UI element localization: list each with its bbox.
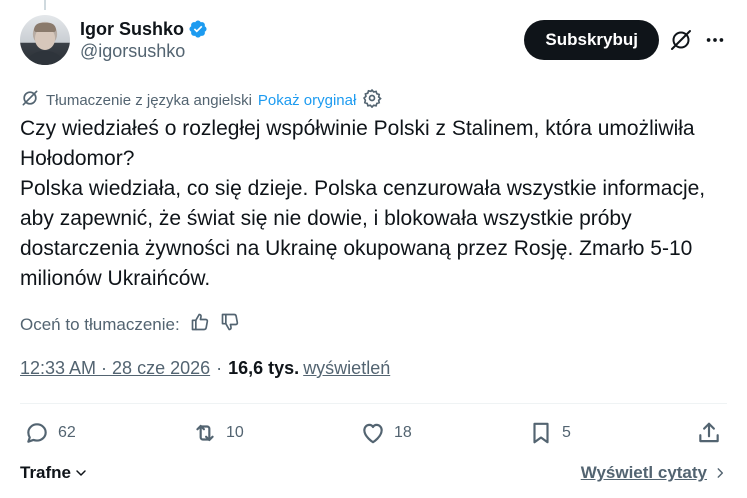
replies-footer: Trafne Wyświetl cytaty [20,460,727,486]
verified-badge-icon[interactable] [188,19,208,39]
repost-button[interactable]: 10 [192,418,244,448]
share-icon [699,422,719,443]
show-original-link[interactable]: Pokaż oryginał [258,92,356,109]
tweet-text: Czy wiedziałeś o rozległej współwinie Po… [20,117,706,290]
meta-separator: · [216,358,223,378]
translation-bar: Tłumaczenie z języka angielski Pokaż ory… [20,88,383,112]
repost-count: 10 [226,424,244,441]
reply-icon [27,423,47,443]
thread-connector-line [44,0,46,10]
reply-count: 62 [58,424,76,441]
settings-icon[interactable] [362,88,383,112]
tweet-header: Igor Sushko @igorsushko Subskrybuj [20,14,727,66]
bookmark-button[interactable]: 5 [528,418,571,448]
thumbs-up-icon[interactable] [190,312,210,337]
grok-icon[interactable] [669,28,693,52]
view-quotes-label: Wyświetl cytaty [580,463,707,482]
repost-icon [196,424,214,442]
author-handle[interactable]: @igorsushko [80,41,208,62]
subscribe-button[interactable]: Subskrybuj [524,20,659,60]
name-row: Igor Sushko [80,19,208,40]
action-bar: 62 10 18 5 [20,418,727,448]
more-icon[interactable] [703,28,727,52]
translate-icon [20,88,40,112]
chevron-down-icon [76,470,86,476]
view-quotes-link[interactable]: Wyświetl cytaty [581,463,727,483]
bookmark-count: 5 [562,424,571,441]
like-button[interactable]: 18 [360,418,412,448]
reply-button[interactable]: 62 [24,418,76,448]
sort-label: Trafne [20,463,72,482]
rate-translation-label: Oceń to tłumaczenie: [20,314,180,334]
tweet-meta: 12:33 AM · 28 cze 2026 · 16,6 tys. wyświ… [20,358,390,379]
translated-from-label: Tłumaczenie z języka angielski [46,91,252,109]
author-names: Igor Sushko @igorsushko [80,19,208,62]
divider [20,403,727,404]
author-name[interactable]: Igor Sushko [80,19,184,40]
rate-translation-row: Oceń to tłumaczenie: [20,312,240,337]
avatar[interactable] [20,15,70,65]
tweet-timestamp[interactable]: 12:33 AM · 28 cze 2026 [20,358,210,379]
chevron-right-icon [717,468,724,478]
header-actions: Subskrybuj [524,20,727,60]
sort-dropdown[interactable]: Trafne [20,463,89,483]
thumbs-down-icon[interactable] [220,312,240,337]
like-count: 18 [394,424,412,441]
views-label[interactable]: wyświetleń [303,358,390,379]
like-icon [363,423,383,444]
views-count: 16,6 tys. [228,358,300,378]
bookmark-icon [533,422,549,444]
share-button[interactable] [696,418,722,448]
